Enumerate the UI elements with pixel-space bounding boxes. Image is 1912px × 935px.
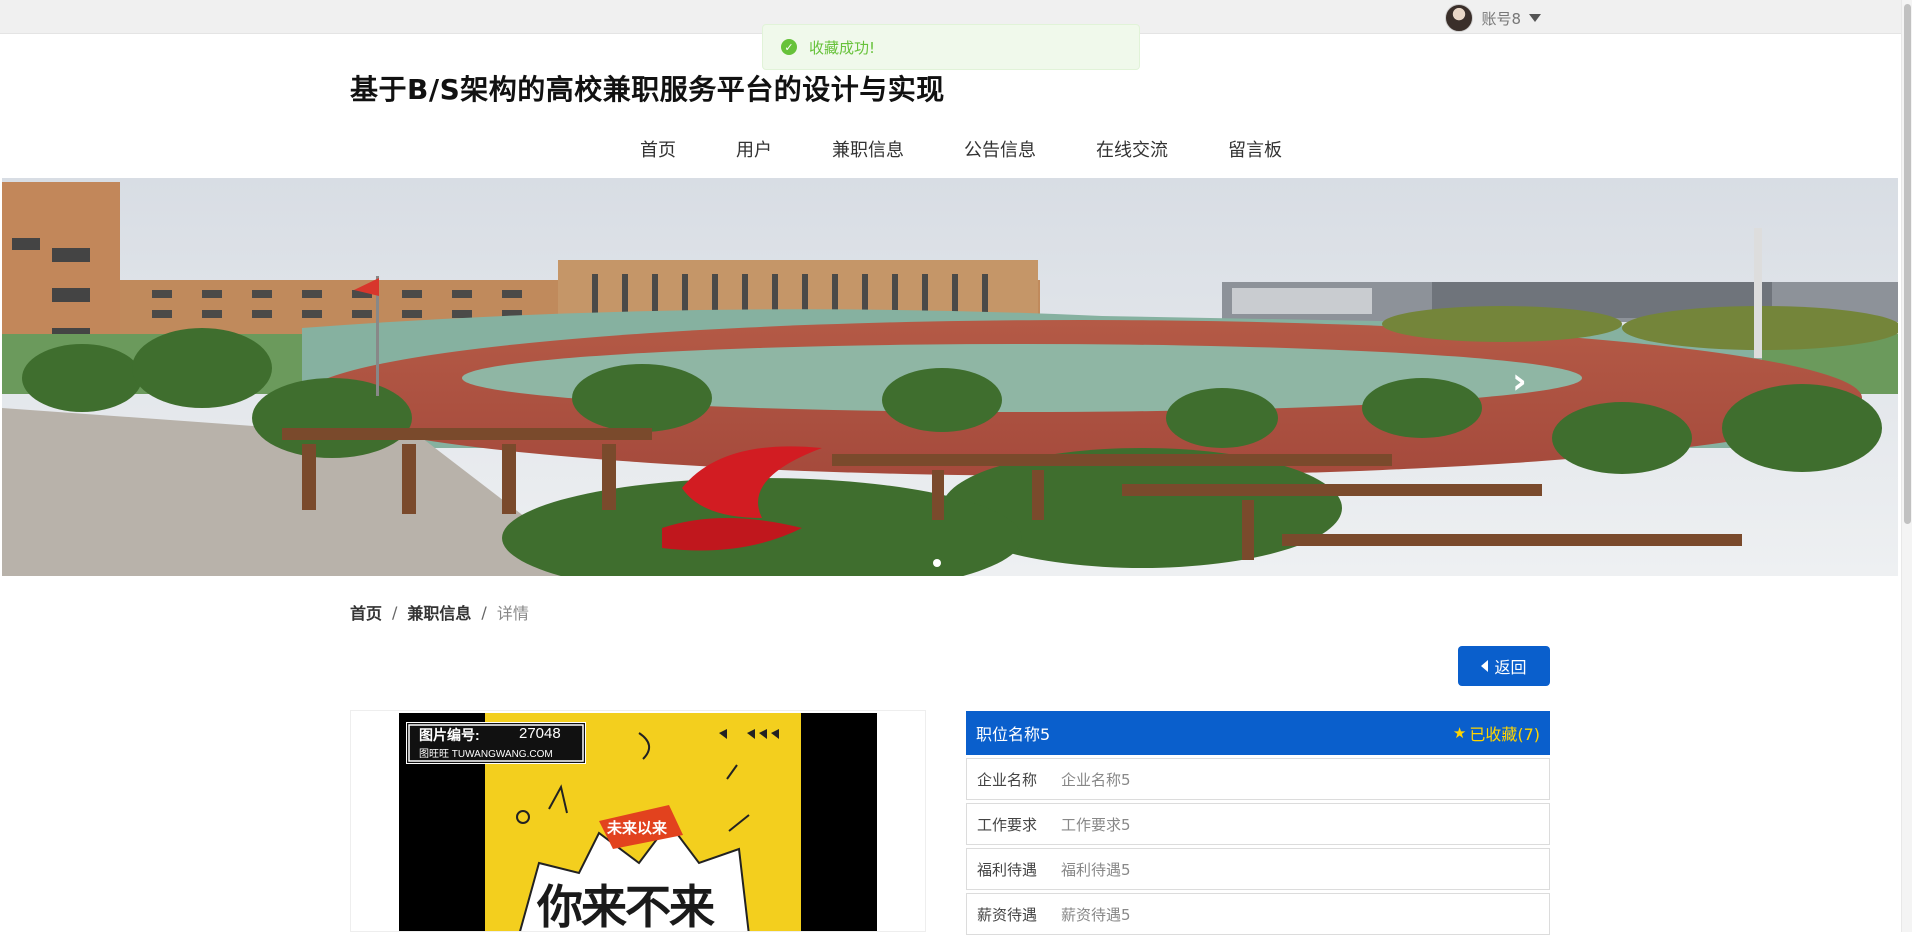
detail-row-company: 企业名称 企业名称5 — [966, 758, 1550, 800]
scrollbar-thumb[interactable] — [1904, 4, 1911, 524]
poster-code: 27048 — [519, 725, 561, 742]
back-button-label: 返回 — [1494, 658, 1527, 677]
poster-site: 图旺旺 TUWANGWANG.COM — [419, 749, 553, 760]
favorite-label: 已收藏(7) — [1469, 725, 1540, 744]
job-poster-image: 图片编号: 27048 图旺旺 TUWANGWANG.COM 未来以来 你来不来 — [399, 713, 877, 932]
account-menu[interactable]: 账号8 — [1445, 4, 1541, 32]
nav-item-announcements[interactable]: 公告信息 — [934, 138, 1066, 164]
success-toast: ✓ 收藏成功! — [762, 24, 1140, 70]
avatar-icon[interactable] — [1445, 4, 1474, 32]
row-value: 福利待遇5 — [1061, 860, 1131, 879]
detail-row-requirements: 工作要求 工作要求5 — [966, 803, 1550, 845]
job-image-box: 图片编号: 27048 图旺旺 TUWANGWANG.COM 未来以来 你来不来 — [350, 710, 926, 932]
breadcrumb: 首页 / 兼职信息 / 详情 — [350, 600, 529, 624]
breadcrumb-separator: / — [392, 602, 398, 622]
job-title: 职位名称5 — [976, 725, 1051, 744]
back-button[interactable]: 返回 — [1458, 646, 1550, 686]
row-label: 福利待遇 — [977, 860, 1038, 879]
check-circle-icon: ✓ — [781, 39, 797, 55]
poster-code-label: 图片编号: — [419, 727, 480, 743]
detail-row-benefits: 福利待遇 福利待遇5 — [966, 848, 1550, 890]
favorite-button[interactable]: ★ 已收藏(7) — [1453, 721, 1540, 745]
nav-item-home[interactable]: 首页 — [610, 138, 706, 164]
row-label: 企业名称 — [977, 770, 1038, 789]
banner-carousel[interactable]: › — [2, 178, 1898, 576]
poster-headline: 你来不来 — [537, 882, 715, 932]
job-detail-panel: 职位名称5 ★ 已收藏(7) 企业名称 企业名称5 工作要求 工作要求5 福利待… — [966, 711, 1550, 935]
detail-header: 职位名称5 ★ 已收藏(7) — [966, 711, 1550, 755]
page-scrollbar[interactable] — [1901, 0, 1912, 932]
carousel-next-icon[interactable]: › — [1512, 364, 1527, 400]
main-nav: 首页 用户 兼职信息 公告信息 在线交流 留言板 — [610, 138, 1312, 164]
caret-left-icon — [1481, 660, 1489, 672]
breadcrumb-jobs[interactable]: 兼职信息 — [407, 600, 471, 624]
breadcrumb-separator: / — [481, 602, 487, 622]
nav-item-jobs[interactable]: 兼职信息 — [802, 138, 934, 164]
breadcrumb-detail: 详情 — [496, 604, 529, 623]
nav-item-users[interactable]: 用户 — [706, 138, 802, 164]
row-value: 薪资待遇5 — [1061, 905, 1131, 924]
row-value: 企业名称5 — [1061, 770, 1131, 789]
campus-photo — [2, 178, 1898, 576]
row-label: 薪资待遇 — [977, 905, 1038, 924]
site-title: 基于B/S架构的高校兼职服务平台的设计与实现 — [350, 73, 945, 106]
caret-down-icon[interactable] — [1529, 14, 1541, 22]
toast-message: 收藏成功! — [809, 38, 876, 57]
star-icon: ★ — [1452, 724, 1467, 742]
breadcrumb-home[interactable]: 首页 — [350, 600, 382, 624]
account-name[interactable]: 账号8 — [1481, 8, 1521, 29]
nav-item-message-board[interactable]: 留言板 — [1198, 138, 1312, 164]
row-value: 工作要求5 — [1061, 815, 1131, 834]
nav-item-chat[interactable]: 在线交流 — [1066, 138, 1198, 164]
detail-row-salary: 薪资待遇 薪资待遇5 — [966, 893, 1550, 935]
carousel-dot[interactable] — [933, 559, 941, 567]
poster-ribbon: 未来以来 — [607, 820, 668, 837]
row-label: 工作要求 — [977, 815, 1038, 834]
